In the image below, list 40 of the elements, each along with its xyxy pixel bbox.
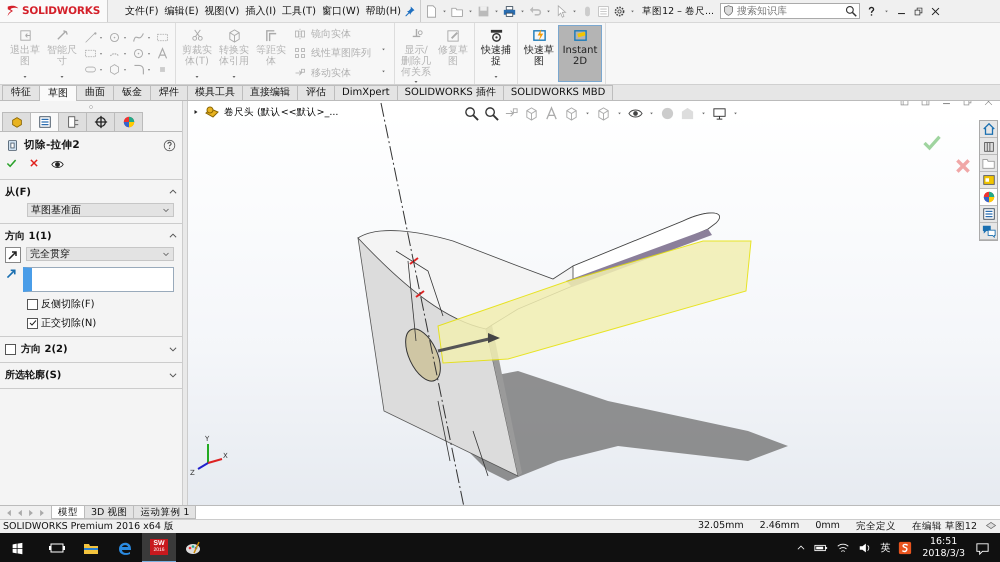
clock-date[interactable]: 2018/3/3 xyxy=(922,548,965,560)
command-tab[interactable]: 草图 xyxy=(39,85,77,101)
logo-text: SOLIDWORKS xyxy=(22,5,100,17)
menu-item[interactable]: 视图(V) xyxy=(202,4,242,18)
model-tab[interactable]: 模型 xyxy=(51,506,85,519)
status-readout: 2.46mm xyxy=(758,520,800,533)
section-title[interactable]: 方向 1(1) xyxy=(5,229,163,243)
window-title: 草图12 – 卷尺... xyxy=(642,4,714,18)
model-tab[interactable]: 3D 视图 xyxy=(84,506,134,519)
menu-item[interactable]: 编辑(E) xyxy=(162,4,202,18)
ribbon-button[interactable]: 快速草图 xyxy=(521,25,557,82)
ribbon-button[interactable]: 快速捕捉 xyxy=(478,25,514,82)
dropdown[interactable]: 完全贯穿 xyxy=(26,247,174,261)
command-tab[interactable]: SOLIDWORKS MBD xyxy=(502,85,614,100)
status-readout: 完全定义 xyxy=(854,520,897,533)
menu-item[interactable]: 帮助(H) xyxy=(362,4,404,18)
clock-time[interactable]: 16:51 xyxy=(930,536,958,548)
checkbox-label[interactable]: 正交切除(N) xyxy=(41,316,96,330)
command-tab[interactable]: 模具工具 xyxy=(187,85,243,100)
model-tab[interactable]: 运动算例 1 xyxy=(133,506,196,519)
command-tab[interactable]: 特征 xyxy=(2,85,40,100)
command-tab[interactable]: DimXpert xyxy=(334,85,398,100)
menu-item[interactable]: 窗口(W) xyxy=(319,4,363,18)
search-field[interactable]: 搜索知识库 xyxy=(720,3,860,19)
ribbon-button[interactable]: Instant2D xyxy=(558,25,602,82)
input-method[interactable]: 英 xyxy=(880,541,890,555)
checkbox-label[interactable]: 反侧切除(F) xyxy=(41,297,95,311)
feature-title: 切除-拉伸2 xyxy=(24,138,81,152)
section-title[interactable]: 所选轮廓(S) xyxy=(5,368,163,382)
status-readout: 在编辑 草图12 xyxy=(910,520,978,533)
menu-item[interactable]: 插入(I) xyxy=(242,4,280,18)
section-title[interactable]: 方向 2(2) xyxy=(21,342,163,356)
breadcrumb[interactable]: 卷尺头 (默认<<默认>_... xyxy=(224,106,338,118)
status-readout: 32.05mm xyxy=(696,520,745,533)
section-title[interactable]: 从(F) xyxy=(5,185,163,199)
dropdown[interactable]: 草图基准面 xyxy=(27,203,174,217)
menu-item[interactable]: 文件(F) xyxy=(122,4,162,18)
menu-item[interactable]: 工具(T) xyxy=(279,4,320,18)
status-text: SOLIDWORKS Premium 2016 x64 版 xyxy=(3,520,175,533)
status-readout: 0mm xyxy=(814,520,841,533)
